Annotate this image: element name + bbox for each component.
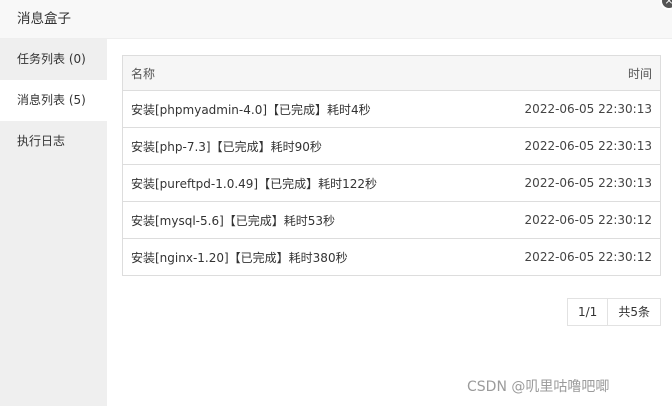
- message-table: 名称 时间 安装[phpmyadmin-4.0]【已完成】耗时4秒 2022-0…: [122, 55, 661, 276]
- dialog-header: 消息盒子: [0, 0, 672, 39]
- page-indicator[interactable]: 1/1: [567, 298, 608, 326]
- table-row: 安装[pureftpd-1.0.49]【已完成】耗时122秒 2022-06-0…: [122, 164, 661, 202]
- watermark: CSDN @叽里咕噜吧唧: [467, 379, 610, 395]
- table-header-row: 名称 时间: [122, 55, 661, 91]
- total-count: 共5条: [607, 298, 661, 326]
- table-row: 安装[nginx-1.20]【已完成】耗时380秒 2022-06-05 22:…: [122, 238, 661, 276]
- column-header-time: 时间: [469, 55, 661, 91]
- message-time: 2022-06-05 22:30:12: [469, 201, 661, 239]
- message-time: 2022-06-05 22:30:13: [469, 90, 661, 128]
- message-name: 安装[phpmyadmin-4.0]【已完成】耗时4秒: [122, 90, 470, 128]
- column-header-name: 名称: [122, 55, 470, 91]
- table-row: 安装[php-7.3]【已完成】耗时90秒 2022-06-05 22:30:1…: [122, 127, 661, 165]
- sidebar-item-message-list[interactable]: 消息列表 (5): [0, 80, 107, 121]
- message-name: 安装[mysql-5.6]【已完成】耗时53秒: [122, 201, 470, 239]
- message-time: 2022-06-05 22:30:13: [469, 164, 661, 202]
- message-name: 安装[php-7.3]【已完成】耗时90秒: [122, 127, 470, 165]
- sidebar: 任务列表 (0) 消息列表 (5) 执行日志: [0, 39, 107, 406]
- dialog-title: 消息盒子: [17, 11, 71, 27]
- message-panel: 名称 时间 安装[phpmyadmin-4.0]【已完成】耗时4秒 2022-0…: [107, 39, 672, 406]
- pagination: 1/1 共5条: [567, 298, 661, 326]
- message-time: 2022-06-05 22:30:13: [469, 127, 661, 165]
- message-name: 安装[pureftpd-1.0.49]【已完成】耗时122秒: [122, 164, 470, 202]
- sidebar-item-task-list[interactable]: 任务列表 (0): [0, 39, 107, 80]
- message-name: 安装[nginx-1.20]【已完成】耗时380秒: [122, 238, 470, 276]
- message-time: 2022-06-05 22:30:12: [469, 238, 661, 276]
- table-row: 安装[phpmyadmin-4.0]【已完成】耗时4秒 2022-06-05 2…: [122, 90, 661, 128]
- table-row: 安装[mysql-5.6]【已完成】耗时53秒 2022-06-05 22:30…: [122, 201, 661, 239]
- sidebar-item-execution-log[interactable]: 执行日志: [0, 121, 107, 162]
